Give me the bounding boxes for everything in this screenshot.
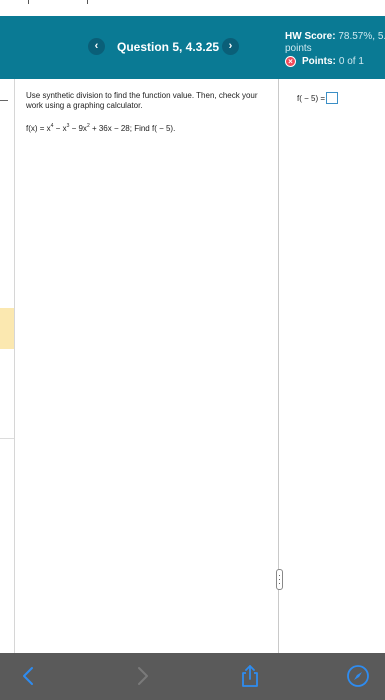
status-tick <box>87 0 88 4</box>
hw-score-unit: points <box>285 43 312 54</box>
problem-text: − 9x <box>69 124 87 133</box>
pane-resize-handle[interactable] <box>276 569 283 590</box>
status-tick <box>28 0 29 4</box>
next-question-button[interactable]: › <box>222 38 239 55</box>
handle-dot <box>279 583 280 584</box>
problem-text: f(x) = x <box>26 124 51 133</box>
browser-toolbar <box>0 653 385 700</box>
hw-score: HW Score: 78.57%, 5. points <box>285 31 385 55</box>
points-label: Points: <box>302 56 336 67</box>
pane-divider <box>278 79 279 653</box>
gutter-mark <box>0 100 8 101</box>
problem-text: + 36x − 28; Find f( − 5). <box>89 124 176 133</box>
hw-score-label: HW Score: <box>285 31 336 42</box>
points-value: 0 of 1 <box>338 56 364 67</box>
question-instructions: Use synthetic division to find the funct… <box>26 91 258 110</box>
answer-input[interactable] <box>326 92 339 104</box>
status-strip <box>0 0 385 16</box>
problem-statement: f(x) = x4 − x3 − 9x2 + 36x − 28; Find f(… <box>26 123 175 133</box>
highlight-marker <box>0 308 14 349</box>
incorrect-icon: × <box>285 56 296 67</box>
share-icon[interactable] <box>238 664 262 688</box>
answer-label: f( − 5) = <box>297 93 326 103</box>
left-border <box>14 79 15 653</box>
gutter-divider <box>0 438 14 439</box>
answer-row: f( − 5) = <box>297 92 339 104</box>
problem-text: − x <box>53 124 67 133</box>
compass-icon[interactable] <box>346 664 370 688</box>
back-arrow-icon[interactable] <box>17 664 41 688</box>
question-panel <box>0 79 385 653</box>
handle-dot <box>279 579 280 580</box>
question-header: ‹ Question 5, 4.3.25 › HW Score: 78.57%,… <box>0 16 385 79</box>
points-status: × Points: 0 of 1 <box>285 56 364 67</box>
question-title: Question 5, 4.3.25 <box>117 40 220 54</box>
previous-question-button[interactable]: ‹ <box>88 38 105 55</box>
forward-arrow-icon[interactable] <box>130 664 154 688</box>
hw-score-value: 78.57%, 5. <box>338 31 385 42</box>
handle-dot <box>279 575 280 576</box>
